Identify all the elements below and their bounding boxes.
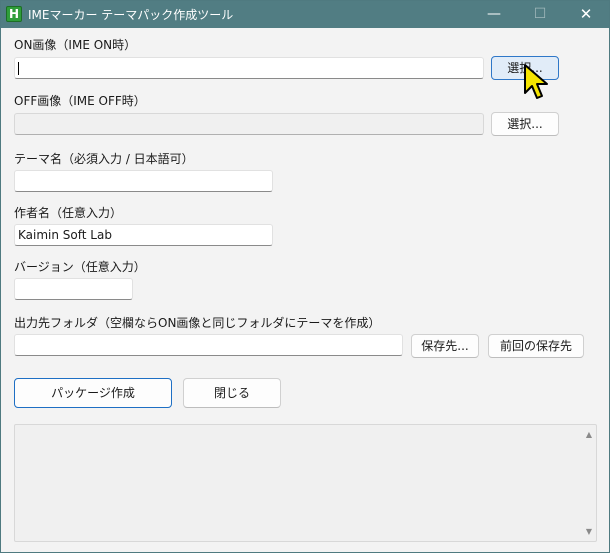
mouse-pointer-icon xyxy=(524,64,548,99)
window-title: IMEマーカー テーマパック作成ツール xyxy=(28,8,234,22)
scroll-up-arrow[interactable]: ▲ xyxy=(586,430,592,440)
scroll-down-arrow[interactable]: ▼ xyxy=(586,527,592,537)
author-input[interactable]: Kaimin Soft Lab xyxy=(14,224,273,246)
create-package-button[interactable]: パッケージ作成 xyxy=(14,378,172,408)
off-image-path-input[interactable] xyxy=(14,113,484,135)
save-to-button[interactable]: 保存先... xyxy=(411,334,479,358)
close-window-button[interactable]: ✕ xyxy=(563,1,609,28)
author-value: Kaimin Soft Lab xyxy=(18,228,112,242)
version-input[interactable] xyxy=(14,278,133,300)
text-caret xyxy=(18,62,19,75)
theme-name-input[interactable] xyxy=(14,170,273,192)
author-label: 作者名（任意入力） xyxy=(14,206,123,220)
version-label: バージョン（任意入力） xyxy=(14,260,146,274)
on-image-label: ON画像（IME ON時） xyxy=(14,38,137,52)
off-image-label: OFF画像（IME OFF時） xyxy=(14,94,146,108)
close-button[interactable]: 閉じる xyxy=(183,378,281,408)
last-save-location-button[interactable]: 前回の保存先 xyxy=(488,334,584,358)
output-folder-label: 出力先フォルダ（空欄ならON画像と同じフォルダにテーマを作成） xyxy=(14,316,381,330)
maximize-button[interactable]: ☐ xyxy=(517,1,563,28)
off-image-select-button[interactable]: 選択... xyxy=(491,112,559,136)
app-icon: H xyxy=(6,6,22,22)
minimize-button[interactable]: — xyxy=(471,1,517,28)
log-output-textarea[interactable]: ▲ ▼ xyxy=(14,424,597,542)
title-bar[interactable]: H IMEマーカー テーマパック作成ツール — ☐ ✕ xyxy=(1,1,609,28)
on-image-path-input[interactable] xyxy=(14,57,484,79)
theme-name-label: テーマ名（必須入力 / 日本語可） xyxy=(14,152,194,166)
app-window: H IMEマーカー テーマパック作成ツール — ☐ ✕ ON画像（IME ON時… xyxy=(0,0,610,553)
output-folder-input[interactable] xyxy=(14,334,403,356)
